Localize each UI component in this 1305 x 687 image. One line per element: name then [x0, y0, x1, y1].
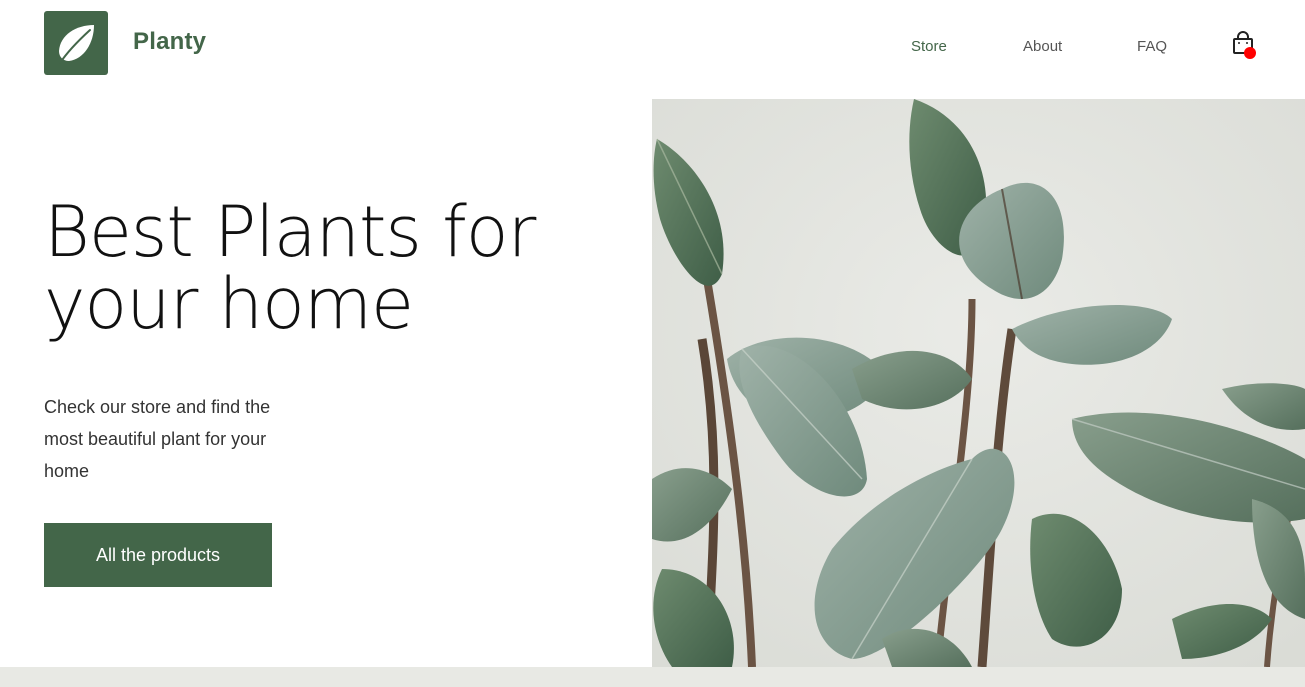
- cart-badge: [1244, 47, 1256, 59]
- all-products-button[interactable]: All the products: [44, 523, 272, 587]
- rubber-plant-photo: [652, 99, 1305, 667]
- nav-store[interactable]: Store: [911, 38, 947, 55]
- section-divider: [0, 667, 1305, 687]
- hero-title: Best Plants for your home: [44, 196, 604, 340]
- brand-name[interactable]: Planty: [133, 28, 206, 56]
- nav-about[interactable]: About: [1023, 38, 1062, 55]
- nav-faq[interactable]: FAQ: [1137, 38, 1167, 55]
- hero-image: [652, 99, 1305, 667]
- logo[interactable]: [44, 11, 108, 75]
- hero-title-line-2: your home: [44, 263, 414, 345]
- leaf-icon: [59, 25, 94, 64]
- hero-description: Check our store and find the most beauti…: [44, 397, 271, 481]
- hero-title-line-1: Best Plants for: [44, 191, 536, 273]
